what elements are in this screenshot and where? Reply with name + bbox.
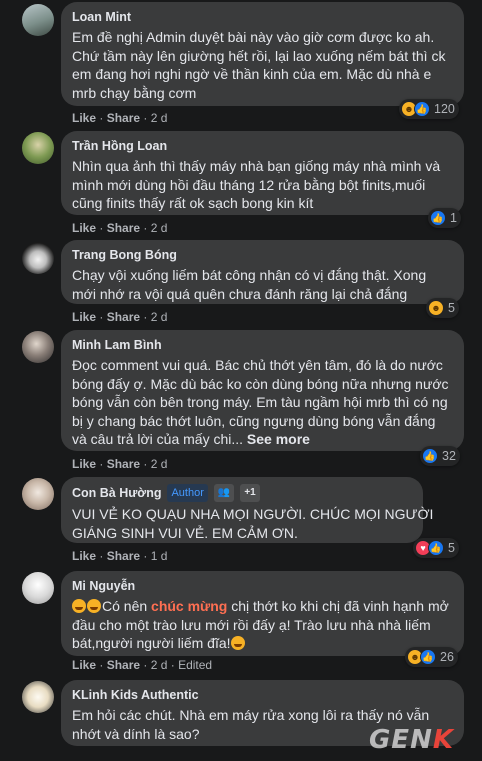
author-badge: Author	[167, 484, 208, 502]
community-badge-icon[interactable]: 👥	[213, 484, 235, 502]
reaction-summary[interactable]: ☻ 👍 26	[405, 647, 458, 667]
commenter-name[interactable]: Loan Mint	[72, 9, 452, 25]
like-reaction-icon: 👍	[414, 101, 430, 117]
see-more-link[interactable]: See more	[247, 431, 310, 447]
like-reaction-icon: 👍	[422, 448, 438, 464]
comment-actions: Like · Share · 2 d	[72, 310, 168, 324]
rofl-emoji-icon	[87, 599, 101, 613]
commenter-name[interactable]: Trang Bong Bóng	[72, 247, 452, 263]
rofl-emoji-icon	[230, 636, 245, 650]
timestamp[interactable]: 2 d	[151, 111, 168, 125]
comment-actions: Like · Share · 2 d	[72, 221, 168, 235]
like-reaction-icon: 👍	[430, 210, 446, 226]
reaction-summary[interactable]: 👍 1	[428, 208, 461, 228]
avatar[interactable]	[22, 4, 54, 36]
commenter-name[interactable]: Mi Nguyễn	[72, 578, 452, 594]
timestamp[interactable]: 1 d	[151, 549, 168, 563]
comment-text: Chạy vội xuống liếm bát công nhận có vị …	[72, 267, 427, 302]
timestamp[interactable]: 2 d	[151, 457, 168, 471]
commenter-name[interactable]: Trần Hồng Loan	[72, 138, 452, 154]
comment-text: Nhìn qua ảnh thì thấy máy nhà bạn giống …	[72, 158, 441, 211]
avatar[interactable]	[22, 132, 54, 164]
comment-bubble: Minh Lam Bình Đọc comment vui quá. Bác c…	[61, 330, 464, 451]
comment-actions: Like · Share · 1 d	[72, 549, 168, 563]
avatar[interactable]	[22, 331, 54, 363]
share-link[interactable]: Share	[107, 221, 140, 235]
comment-text: Em đề nghị Admin duyệt bài này vào giờ c…	[72, 29, 446, 101]
like-reaction-icon: 👍	[428, 540, 444, 556]
like-link[interactable]: Like	[72, 221, 96, 235]
avatar[interactable]	[22, 242, 54, 274]
like-link[interactable]: Like	[72, 658, 96, 672]
more-badges[interactable]: +1	[240, 484, 260, 502]
comment-bubble: Con Bà Hường Author 👥 +1 VUI VẺ KO QUẠU …	[61, 477, 434, 543]
avatar[interactable]	[22, 572, 54, 604]
like-link[interactable]: Like	[72, 549, 96, 563]
timestamp[interactable]: 2 d	[151, 310, 168, 324]
commenter-name[interactable]: KLinh Kids Authentic	[72, 687, 452, 703]
share-link[interactable]: Share	[107, 457, 140, 471]
edited-label: Edited	[178, 658, 213, 672]
reaction-summary[interactable]: 👍 32	[420, 446, 460, 466]
like-link[interactable]: Like	[72, 310, 96, 324]
comment-text: Có nên chúc mừng chị thớt ko khi chị đã …	[72, 598, 449, 651]
commenter-name[interactable]: Minh Lam Bình	[72, 337, 452, 353]
comment-text: VUI VẺ KO QUẠU NHA MỌI NGƯỜI. CHÚC MỌI N…	[72, 506, 434, 541]
like-reaction-icon: 👍	[420, 649, 436, 665]
like-link[interactable]: Like	[72, 111, 96, 125]
share-link[interactable]: Share	[107, 111, 140, 125]
reaction-summary[interactable]: ☻ 5	[426, 298, 459, 318]
comment-text: Đọc comment vui quá. Bác chủ thớt yên tâ…	[72, 357, 449, 447]
commenter-name[interactable]: Con Bà Hường Author 👥 +1	[72, 484, 411, 502]
comment-actions: Like · Share · 2 d · Edited	[72, 658, 213, 672]
comment-actions: Like · Share · 2 d	[72, 111, 168, 125]
genk-watermark-logo: GENK	[368, 725, 454, 755]
timestamp[interactable]: 2 d	[151, 658, 168, 672]
share-link[interactable]: Share	[107, 549, 140, 563]
comment-bubble: Mi Nguyễn Có nên chúc mừng chị thớt ko k…	[61, 571, 464, 656]
rofl-emoji-icon	[72, 599, 86, 613]
comment-bubble: Trần Hồng Loan Nhìn qua ảnh thì thấy máy…	[61, 131, 464, 215]
like-link[interactable]: Like	[72, 457, 96, 471]
share-link[interactable]: Share	[107, 310, 140, 324]
avatar[interactable]	[22, 681, 54, 713]
comment-bubble: Trang Bong Bóng Chạy vội xuống liếm bát …	[61, 240, 464, 304]
comment-actions: Like · Share · 2 d	[72, 457, 168, 471]
comment-bubble: Loan Mint Em đề nghị Admin duyệt bài này…	[61, 2, 464, 106]
share-link[interactable]: Share	[107, 658, 140, 672]
timestamp[interactable]: 2 d	[151, 221, 168, 235]
avatar[interactable]	[22, 478, 54, 510]
haha-reaction-icon: ☻	[428, 300, 444, 316]
reaction-summary[interactable]: ☻ 👍 120	[399, 99, 459, 119]
reaction-summary[interactable]: ♥ 👍 5	[413, 538, 459, 558]
